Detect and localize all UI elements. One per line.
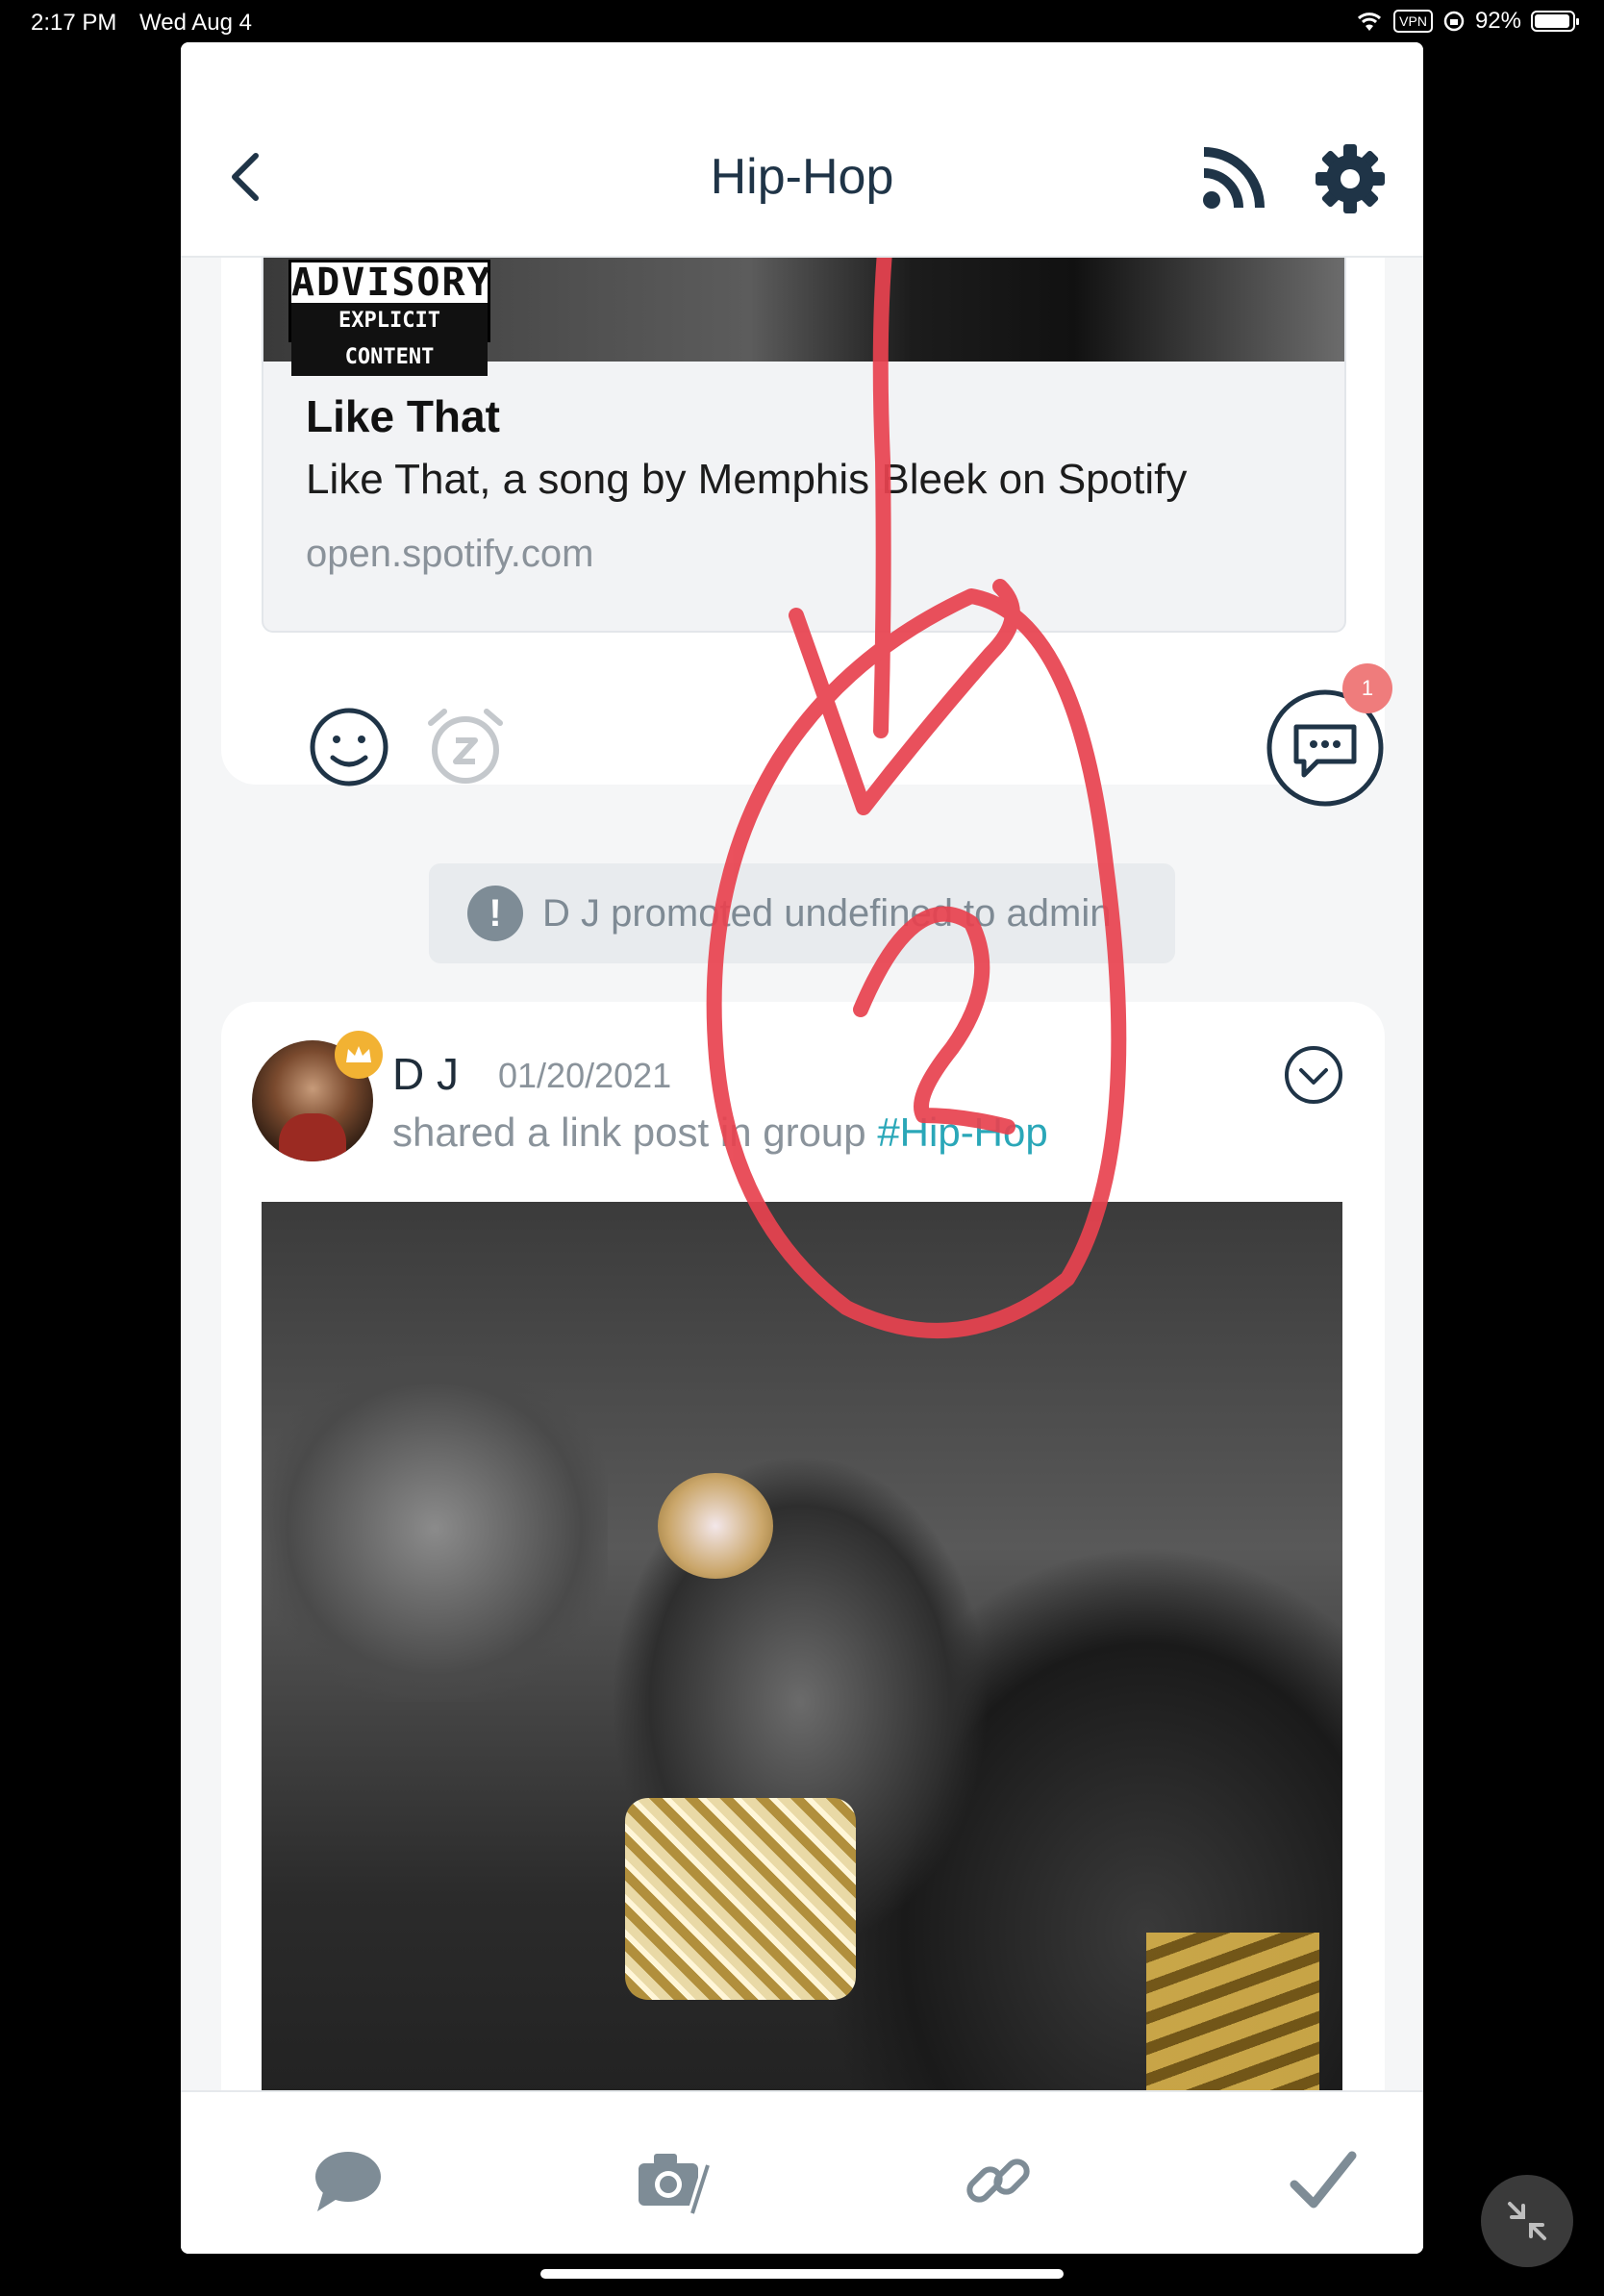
group-tag-link[interactable]: #Hip-Hop xyxy=(877,1110,1047,1155)
battery-icon xyxy=(1531,11,1579,32)
camera-icon[interactable] xyxy=(633,2142,710,2219)
parental-advisory-label: ADVISORY EXPLICIT CONTENT xyxy=(288,260,490,376)
bottom-toolbar xyxy=(181,2090,1423,2254)
post-action: shared a link post in group #Hip-Hop xyxy=(392,1110,1048,1156)
gear-icon[interactable] xyxy=(1314,142,1387,215)
crown-icon xyxy=(335,1031,383,1079)
chevron-down-icon[interactable] xyxy=(1283,1044,1344,1106)
exclamation-icon: ! xyxy=(467,886,523,941)
status-right: VPN 92% xyxy=(1355,8,1579,35)
group-sheet: Hip-Hop ADVISORY EXPLICIT CONTENT Like T… xyxy=(181,42,1423,2254)
watch-detail xyxy=(625,1798,856,2000)
smiley-icon[interactable] xyxy=(308,706,390,788)
link-url: open.spotify.com xyxy=(306,533,594,575)
checkmark-icon[interactable] xyxy=(1285,2142,1362,2219)
ring-detail xyxy=(658,1473,773,1579)
album-art: ADVISORY EXPLICIT CONTENT xyxy=(263,258,1344,376)
wifi-icon xyxy=(1358,12,1382,31)
vpn-badge: VPN xyxy=(1393,10,1433,33)
post-card: D J 01/20/2021 shared a link post in gro… xyxy=(221,1002,1385,2092)
status-bar: 2:17 PM Wed Aug 4 VPN 92% xyxy=(0,0,1604,44)
rss-icon[interactable] xyxy=(1198,144,1267,213)
comment-count-badge: 1 xyxy=(1342,663,1392,713)
post-action-text: shared a link post in group xyxy=(392,1110,878,1155)
collapse-arrows-icon xyxy=(1508,2202,1546,2240)
status-time: 2:17 PM xyxy=(31,10,117,36)
battery-percent: 92% xyxy=(1474,8,1521,34)
home-indicator[interactable] xyxy=(540,2269,1064,2279)
chat-bubble-icon[interactable] xyxy=(308,2142,385,2219)
alarm-snooze-icon[interactable] xyxy=(421,702,510,790)
orientation-lock-icon xyxy=(1443,11,1465,32)
link-description: Like That, a song by Memphis Bleek on Sp… xyxy=(306,456,1188,503)
nav-bar: Hip-Hop xyxy=(181,42,1423,258)
link-post-card: ADVISORY EXPLICIT CONTENT Like That Like… xyxy=(221,258,1392,807)
minimize-button[interactable] xyxy=(1481,2175,1573,2267)
link-title: Like That xyxy=(306,391,500,441)
post-image[interactable] xyxy=(262,1202,1342,2092)
link-icon[interactable] xyxy=(960,2142,1037,2219)
status-date: Wed Aug 4 xyxy=(139,10,252,36)
system-message-text: D J promoted undefined to admin xyxy=(542,891,1112,935)
post-date: 01/20/2021 xyxy=(498,1056,672,1095)
system-message: ! D J promoted undefined to admin xyxy=(429,863,1175,963)
chain-detail xyxy=(1146,1933,1319,2092)
link-preview[interactable]: ADVISORY EXPLICIT CONTENT Like That Like… xyxy=(262,258,1346,633)
feed[interactable]: ADVISORY EXPLICIT CONTENT Like That Like… xyxy=(181,258,1423,2092)
post-author[interactable]: D J xyxy=(392,1048,459,1100)
